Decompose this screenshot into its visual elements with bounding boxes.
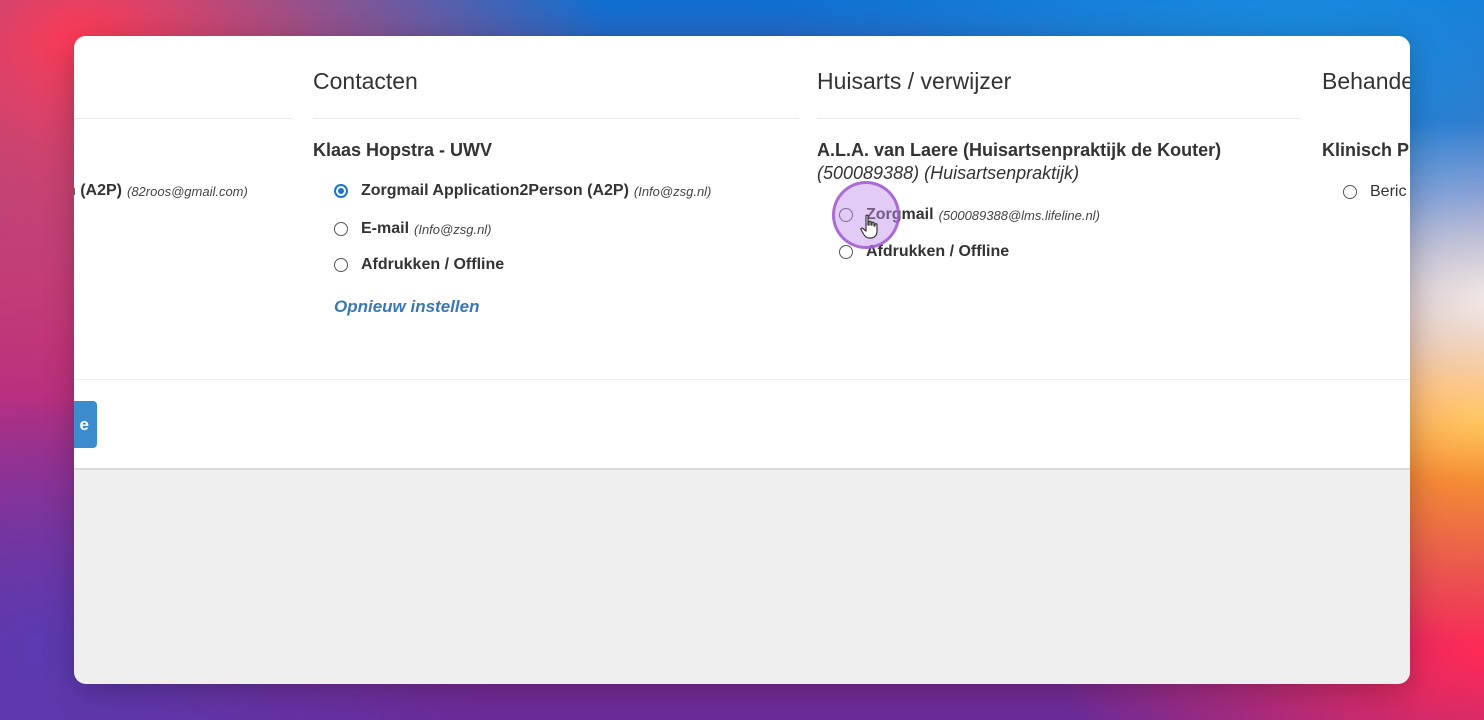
- option-afdrukken-offline-huisarts[interactable]: Afdrukken / Offline: [839, 241, 1009, 263]
- option-label: Zorgmail Application2Person (A2P): [361, 182, 629, 199]
- option-detail: (Info@zsg.nl): [414, 221, 492, 237]
- option-zorgmail-a2p[interactable]: Zorgmail Application2Person (A2P) (Info@…: [334, 180, 711, 202]
- option-patient-a2p[interactable]: n (A2P) (82roos@gmail.com): [74, 180, 248, 202]
- reset-link[interactable]: Opnieuw instellen: [334, 297, 479, 317]
- option-label: Afdrukken / Offline: [866, 243, 1010, 260]
- option-email[interactable]: E-mail (Info@zsg.nl): [334, 218, 492, 240]
- column-title-contacten: Contacten: [313, 68, 418, 94]
- desktop-background: n (A2P) (82roos@gmail.com) Contacten Kla…: [0, 0, 1484, 720]
- option-detail: (Info@zsg.nl): [633, 183, 712, 199]
- option-label: Beric: [1370, 183, 1407, 200]
- option-afdrukken-offline[interactable]: Afdrukken / Offline: [334, 254, 504, 276]
- option-label: n (A2P): [74, 182, 122, 199]
- radio-unchecked-icon[interactable]: [1343, 185, 1357, 199]
- contact-name-huisarts: A.L.A. van Laere (Huisartsenpraktijk de …: [817, 140, 1222, 160]
- column-divider: [313, 118, 799, 119]
- contact-name-behandelaar: Klinisch P: [1322, 140, 1410, 160]
- radio-unchecked-icon[interactable]: [334, 258, 348, 272]
- contact-name-uwv: Klaas Hopstra - UWV: [313, 140, 493, 160]
- column-divider: [74, 118, 292, 119]
- option-detail: (500089388@lms.lifeline.nl): [938, 207, 1100, 223]
- app-window: n (A2P) (82roos@gmail.com) Contacten Kla…: [74, 36, 1410, 684]
- option-label: Zorgmail: [866, 206, 934, 223]
- communication-panel: n (A2P) (82roos@gmail.com) Contacten Kla…: [74, 36, 1410, 470]
- option-detail: (82roos@gmail.com): [127, 183, 248, 199]
- option-label: E-mail: [361, 220, 410, 237]
- footer-divider: [74, 379, 1410, 380]
- column-divider: [817, 118, 1300, 119]
- option-label: Afdrukken / Offline: [361, 256, 505, 273]
- option-bericht[interactable]: Beric: [1343, 181, 1406, 203]
- primary-action-button[interactable]: e: [74, 401, 97, 448]
- contact-sub-huisarts: (500089388) (Huisartsenpraktijk): [817, 163, 1080, 183]
- radio-unchecked-icon[interactable]: [839, 208, 853, 222]
- column-title-behandelaar: Behande: [1322, 68, 1410, 94]
- radio-unchecked-icon[interactable]: [334, 222, 348, 236]
- radio-unchecked-icon[interactable]: [839, 245, 853, 259]
- radio-checked-icon[interactable]: [334, 184, 348, 198]
- column-title-huisarts: Huisarts / verwijzer: [817, 68, 1012, 94]
- option-zorgmail[interactable]: Zorgmail (500089388@lms.lifeline.nl): [839, 204, 1100, 226]
